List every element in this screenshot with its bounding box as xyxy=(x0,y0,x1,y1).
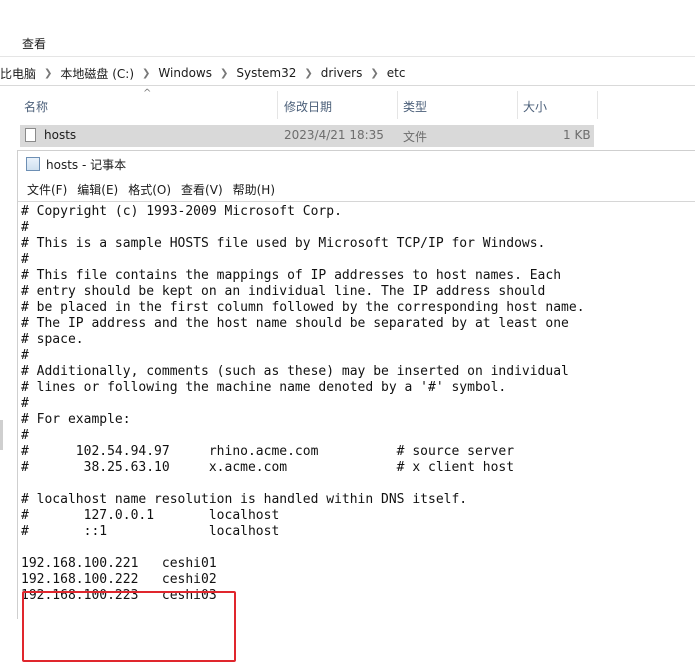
menu-file[interactable]: 文件(F) xyxy=(26,181,68,198)
column-divider[interactable] xyxy=(517,91,518,119)
column-header-modified[interactable]: 修改日期 xyxy=(284,98,332,115)
breadcrumb-this-pc[interactable]: 比电脑 xyxy=(0,65,36,82)
column-divider[interactable] xyxy=(597,91,598,119)
file-modified: 2023/4/21 18:35 xyxy=(284,128,384,142)
chevron-right-icon: ❯ xyxy=(142,67,151,79)
ribbon-tab-view[interactable]: 查看 xyxy=(22,35,46,52)
ribbon-divider xyxy=(0,56,695,57)
editor-content[interactable]: # Copyright (c) 1993-2009 Microsoft Corp… xyxy=(21,204,585,604)
column-header-row: ^ 名称 修改日期 类型 大小 xyxy=(0,88,600,119)
chevron-right-icon: ❯ xyxy=(44,67,53,79)
column-divider[interactable] xyxy=(277,91,278,119)
table-row[interactable]: hosts 2023/4/21 18:35 文件 1 KB xyxy=(20,125,594,147)
file-name: hosts xyxy=(44,128,77,142)
file-icon xyxy=(25,128,36,142)
column-divider[interactable] xyxy=(397,91,398,119)
breadcrumb-system32[interactable]: System32 xyxy=(236,66,296,80)
highlight-box xyxy=(22,591,236,662)
menu-edit[interactable]: 编辑(E) xyxy=(76,181,119,198)
chevron-right-icon: ❯ xyxy=(304,67,313,79)
menu-bar: 文件(F) 编辑(E) 格式(O) 查看(V) 帮助(H) xyxy=(18,179,695,199)
file-type: 文件 xyxy=(403,130,428,144)
window-edge xyxy=(0,420,3,450)
notepad-titlebar[interactable]: hosts - 记事本 xyxy=(18,151,695,177)
window-title: hosts - 记事本 xyxy=(46,157,127,172)
breadcrumb-etc[interactable]: etc xyxy=(387,66,406,80)
chevron-right-icon: ❯ xyxy=(370,67,379,79)
text-editor[interactable]: # Copyright (c) 1993-2009 Microsoft Corp… xyxy=(18,201,695,662)
chevron-right-icon: ❯ xyxy=(219,67,229,79)
column-header-name[interactable]: 名称 xyxy=(24,98,48,115)
sort-up-icon: ^ xyxy=(143,88,152,99)
column-header-type[interactable]: 类型 xyxy=(403,98,427,115)
breadcrumb-windows[interactable]: Windows xyxy=(158,66,212,80)
breadcrumb-local-disk[interactable]: 本地磁盘 (C:) xyxy=(60,65,134,82)
file-size: 1 KB xyxy=(563,128,591,142)
notepad-window[interactable]: hosts - 记事本 文件(F) 编辑(E) 格式(O) 查看(V) 帮助(H… xyxy=(17,150,695,662)
column-header-size[interactable]: 大小 xyxy=(523,98,547,115)
breadcrumb-drivers[interactable]: drivers xyxy=(321,66,363,80)
notepad-icon xyxy=(26,157,40,171)
menu-format[interactable]: 格式(O) xyxy=(127,181,172,198)
menu-view[interactable]: 查看(V) xyxy=(180,181,224,198)
menu-help[interactable]: 帮助(H) xyxy=(232,181,276,198)
address-bar[interactable]: 比电脑 ❯ 本地磁盘 (C:) ❯ Windows ❯ System32 ❯ d… xyxy=(0,61,695,86)
